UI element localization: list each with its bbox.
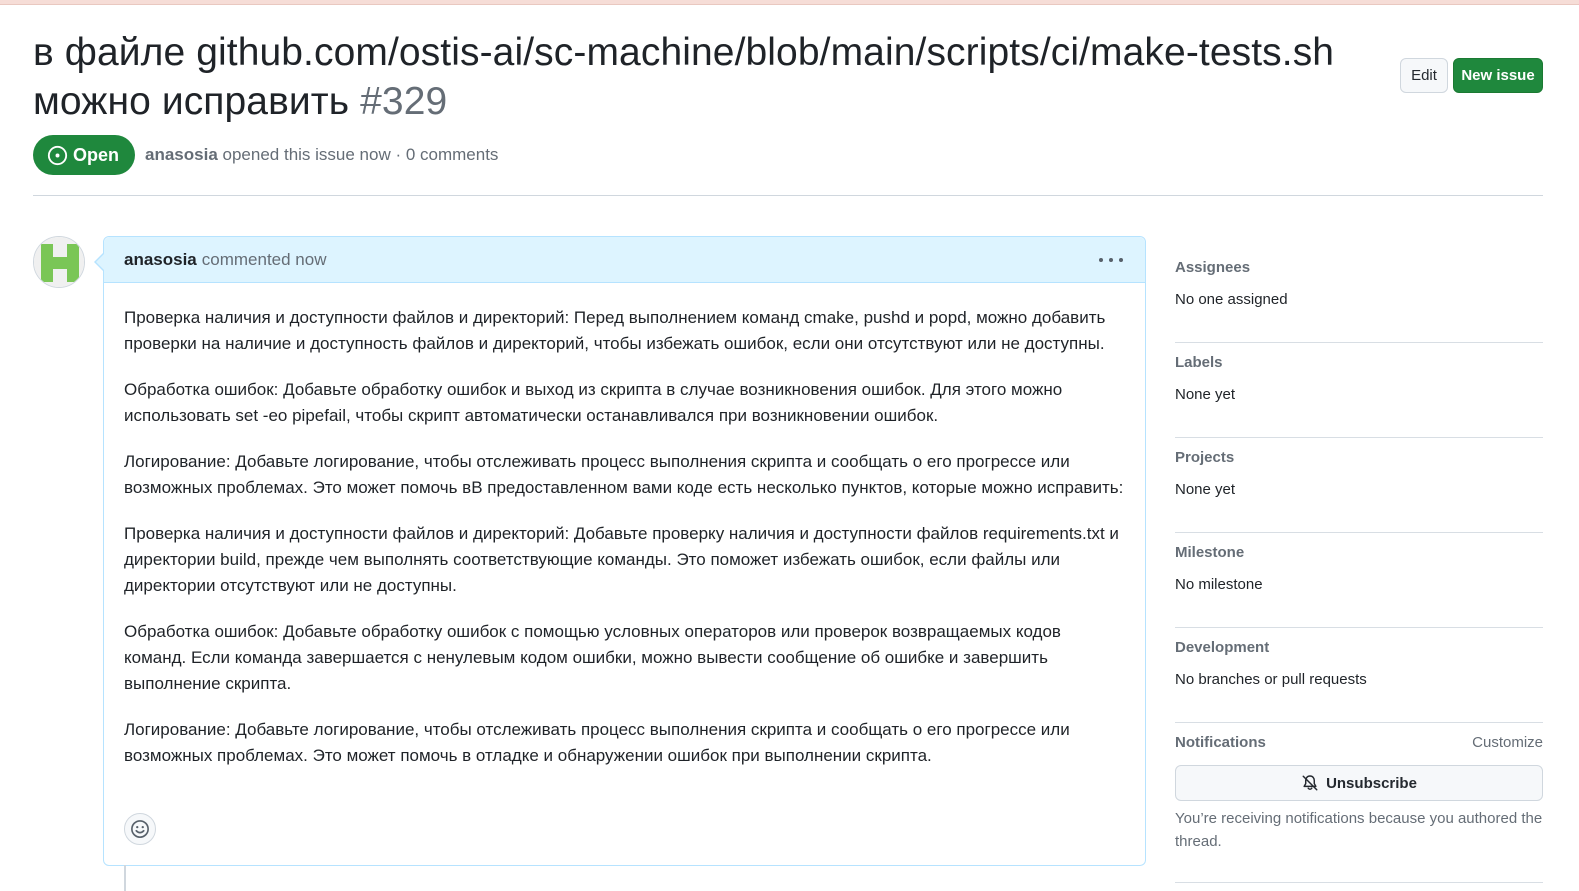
milestone-heading[interactable]: Milestone [1175, 544, 1244, 561]
new-issue-button[interactable]: New issue [1453, 58, 1543, 93]
issue-opened-icon [47, 145, 68, 165]
projects-heading[interactable]: Projects [1175, 449, 1234, 466]
issue-meta-text: opened this issue now · 0 comments [222, 145, 499, 164]
sidebar-labels: Labels None yet [1175, 343, 1543, 438]
kebab-horizontal-icon[interactable] [1099, 250, 1123, 270]
issue-status-row: Open anasosia opened this issue now · 0 … [33, 135, 498, 175]
projects-value: None yet [1175, 481, 1236, 498]
comment-paragraph: Проверка наличия и доступности файлов и … [124, 524, 1119, 595]
bell-slash-icon [1302, 775, 1318, 791]
milestone-value: No milestone [1175, 576, 1263, 593]
timeline-line [124, 865, 126, 891]
sidebar-assignees: Assignees No one assigned [1175, 248, 1543, 343]
comment-box: anasosia commented now Проверка наличия … [103, 236, 1146, 866]
customize-link[interactable]: Customize [1472, 734, 1543, 751]
sidebar-milestone: Milestone No milestone [1175, 533, 1543, 628]
notifications-heading: Notifications [1175, 734, 1266, 751]
comment-body: Проверка наличия и доступности файлов и … [104, 283, 1145, 769]
smiley-icon [131, 820, 149, 838]
edit-button[interactable]: Edit [1400, 58, 1448, 93]
sidebar-notifications: Notifications Customize Unsubscribe You’… [1175, 723, 1543, 883]
development-heading[interactable]: Development [1175, 639, 1269, 656]
comment-paragraph: Логирование: Добавьте логирование, чтобы… [124, 452, 1124, 497]
unsubscribe-label: Unsubscribe [1326, 774, 1417, 792]
issue-title-text: в файле github.com/ostis-ai/sc-machine/b… [33, 31, 1335, 123]
top-strip [0, 0, 1579, 5]
issue-sidebar: Assignees No one assigned Labels None ye… [1175, 248, 1543, 883]
avatar[interactable] [33, 236, 85, 288]
issue-meta: anasosia opened this issue now · 0 comme… [145, 145, 498, 165]
issue-title: в файле github.com/ostis-ai/sc-machine/b… [33, 28, 1383, 126]
issue-number: #329 [360, 80, 448, 123]
comment-author-link[interactable]: anasosia [124, 250, 197, 270]
comment-paragraph: Обработка ошибок: Добавьте обработку оши… [124, 622, 1061, 693]
status-badge-label: Open [73, 144, 120, 165]
notification-reason: You’re receiving notifications because y… [1175, 810, 1543, 850]
labels-value: None yet [1175, 386, 1236, 403]
identicon-avatar [34, 237, 84, 287]
labels-heading[interactable]: Labels [1175, 354, 1223, 371]
status-badge: Open [33, 135, 136, 175]
comment-action-text: commented now [201, 249, 327, 269]
comment-paragraph: Обработка ошибок: Добавьте обработку оши… [124, 380, 1063, 425]
comment-paragraph: Проверка наличия и доступности файлов и … [124, 308, 1106, 353]
development-value: No branches or pull requests [1175, 671, 1367, 688]
sidebar-development: Development No branches or pull requests [1175, 628, 1543, 723]
sidebar-projects: Projects None yet [1175, 438, 1543, 533]
issue-author-link[interactable]: anasosia [145, 145, 218, 164]
comment-paragraph: Логирование: Добавьте логирование, чтобы… [124, 720, 1070, 765]
assignees-heading[interactable]: Assignees [1175, 259, 1250, 276]
comment-header: anasosia commented now [104, 237, 1145, 283]
add-reaction-button[interactable] [124, 813, 156, 845]
comment-pointer-fill [96, 254, 104, 270]
assignees-value: No one assigned [1175, 291, 1288, 308]
header-divider [33, 195, 1543, 196]
unsubscribe-button[interactable]: Unsubscribe [1175, 765, 1543, 801]
